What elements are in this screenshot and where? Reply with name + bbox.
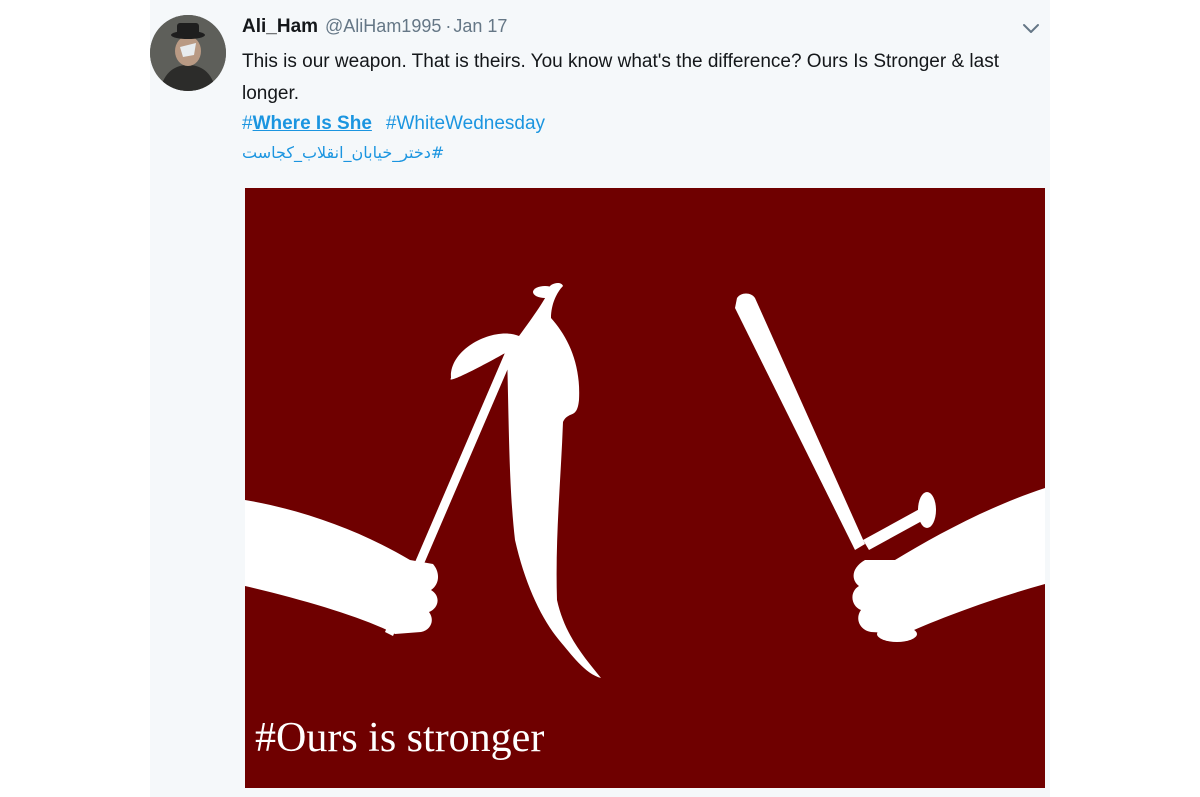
tweet-timestamp[interactable]: Jan 17 [453, 16, 507, 37]
tweet-header: Ali_Ham @AliHam1995 · Jan 17 [242, 16, 507, 42]
hashtag-row: #Where Is She #WhiteWednesday [242, 110, 545, 138]
left-arm [245, 500, 439, 634]
avatar-image [150, 15, 226, 91]
hashtag-persian[interactable]: #دختر_خیابان_انقلاب_کجاست [242, 143, 444, 162]
white-scarf [450, 283, 601, 678]
right-arm [852, 488, 1045, 634]
baton [735, 293, 865, 550]
tweet-text: This is our weapon. That is theirs. You … [242, 51, 999, 104]
tweet-card[interactable]: Ali_Ham @AliHam1995 · Jan 17 This is our… [150, 0, 1050, 797]
avatar[interactable] [150, 15, 226, 91]
display-name[interactable]: Ali_Ham [242, 16, 318, 38]
chevron-down-icon[interactable] [1020, 20, 1042, 36]
scarf-knot [533, 286, 557, 298]
user-handle[interactable]: @AliHam1995 [325, 16, 441, 37]
hashtag-white-wednesday[interactable]: #WhiteWednesday [386, 110, 545, 138]
baton-base [877, 626, 917, 642]
separator: · [445, 16, 452, 36]
tweet-media-image[interactable]: #Ours is stronger [245, 188, 1045, 788]
baton-knob [918, 492, 936, 528]
poster-illustration [245, 283, 1045, 678]
hashtag-where-is-she[interactable]: #Where Is She [242, 110, 372, 138]
poster-caption: #Ours is stronger [255, 715, 545, 761]
left-stick [385, 348, 515, 636]
